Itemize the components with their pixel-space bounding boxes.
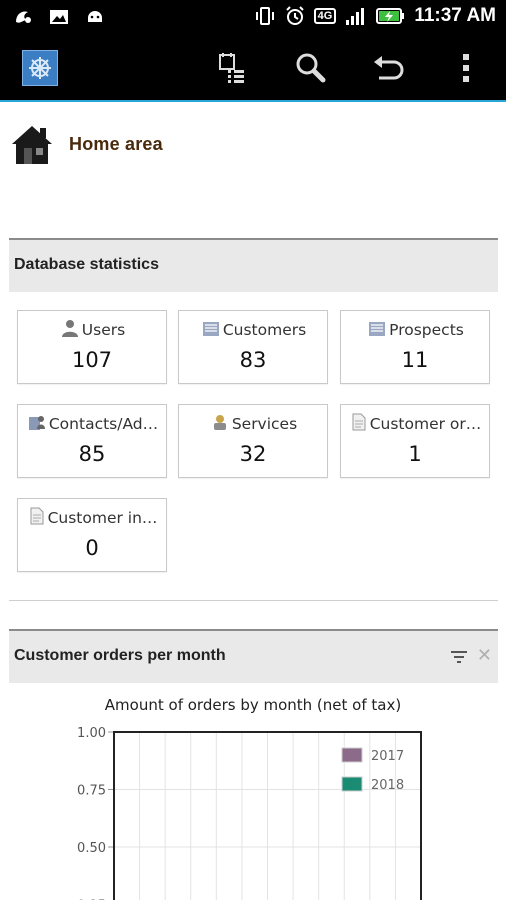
divider (9, 600, 498, 601)
clock: 11:37 AM (414, 5, 496, 26)
orders-section-header: Customer orders per month ✕ (9, 629, 498, 683)
tile-value: 83 (239, 348, 267, 372)
tile-label: Users (81, 321, 126, 339)
legend-label-2018[interactable]: 2018 (371, 778, 404, 793)
orders-chart: 1.000.750.500.25 20172018 (77, 726, 422, 900)
user-icon (61, 320, 78, 337)
tile-label: Customers (222, 321, 307, 339)
legend-swatch-2017[interactable] (341, 747, 363, 763)
close-icon[interactable]: ✕ (477, 645, 492, 666)
action-bar (0, 36, 506, 102)
tile-label: Contacts/Ad… (48, 415, 159, 433)
tile-value: 32 (239, 442, 267, 466)
y-tick-label: 0.75 (77, 784, 106, 799)
tile-value: 0 (85, 536, 99, 560)
stat-tile-customer-orders[interactable]: Customer or… 1 (340, 404, 490, 478)
search-icon[interactable] (290, 50, 330, 86)
building-icon (369, 322, 386, 336)
stat-tile-services[interactable]: Services 32 (178, 404, 328, 478)
building-icon (202, 322, 219, 336)
overflow-menu-icon[interactable] (446, 50, 486, 86)
battery-charging-icon (376, 8, 405, 24)
tile-value: 11 (401, 348, 429, 372)
tile-value: 107 (71, 348, 113, 372)
contacts-icon (28, 416, 45, 430)
page-title: Home area (69, 134, 163, 154)
status-bar: 4G 11:37 AM (0, 0, 506, 36)
tile-label: Customer in… (47, 509, 158, 527)
y-tick-label: 1.00 (77, 726, 106, 741)
undo-icon[interactable] (368, 50, 408, 86)
services-icon (213, 415, 226, 430)
document-icon (30, 507, 44, 525)
alarm-icon (285, 6, 304, 25)
document-icon (352, 413, 366, 431)
filter-icon[interactable] (450, 650, 468, 664)
legend-swatch-2018[interactable] (341, 776, 363, 792)
network-type-badge: 4G (313, 8, 337, 24)
chart-title: Amount of orders by month (net of tax) (104, 696, 402, 714)
section-title: Database statistics (14, 256, 159, 273)
tile-label: Customer or… (369, 415, 482, 433)
tile-value: 1 (408, 442, 422, 466)
tile-label: Services (231, 415, 298, 433)
tile-value: 85 (78, 442, 106, 466)
signal-icon (346, 8, 365, 25)
y-tick-label: 0.50 (77, 841, 106, 856)
app-logo-icon[interactable] (22, 50, 58, 86)
calendar-list-icon[interactable] (212, 50, 252, 86)
stat-tile-prospects[interactable]: Prospects 11 (340, 310, 490, 384)
stat-tile-users[interactable]: Users 107 (17, 310, 167, 384)
legend-label-2017[interactable]: 2017 (371, 749, 404, 764)
android-icon (88, 11, 102, 22)
tile-label: Prospects (389, 321, 464, 339)
vibrate-icon (255, 7, 274, 25)
database-statistics-header: Database statistics (9, 238, 498, 292)
stat-tile-customer-invoices[interactable]: Customer in… 0 (17, 498, 167, 572)
home-area-header: Home area (10, 120, 490, 172)
stat-tile-contacts[interactable]: Contacts/Ad… 85 (17, 404, 167, 478)
section-title: Customer orders per month (14, 647, 226, 664)
notification-app-icon (16, 11, 31, 23)
image-icon (50, 10, 68, 24)
house-icon (12, 126, 52, 164)
stat-tile-customers[interactable]: Customers 83 (178, 310, 328, 384)
